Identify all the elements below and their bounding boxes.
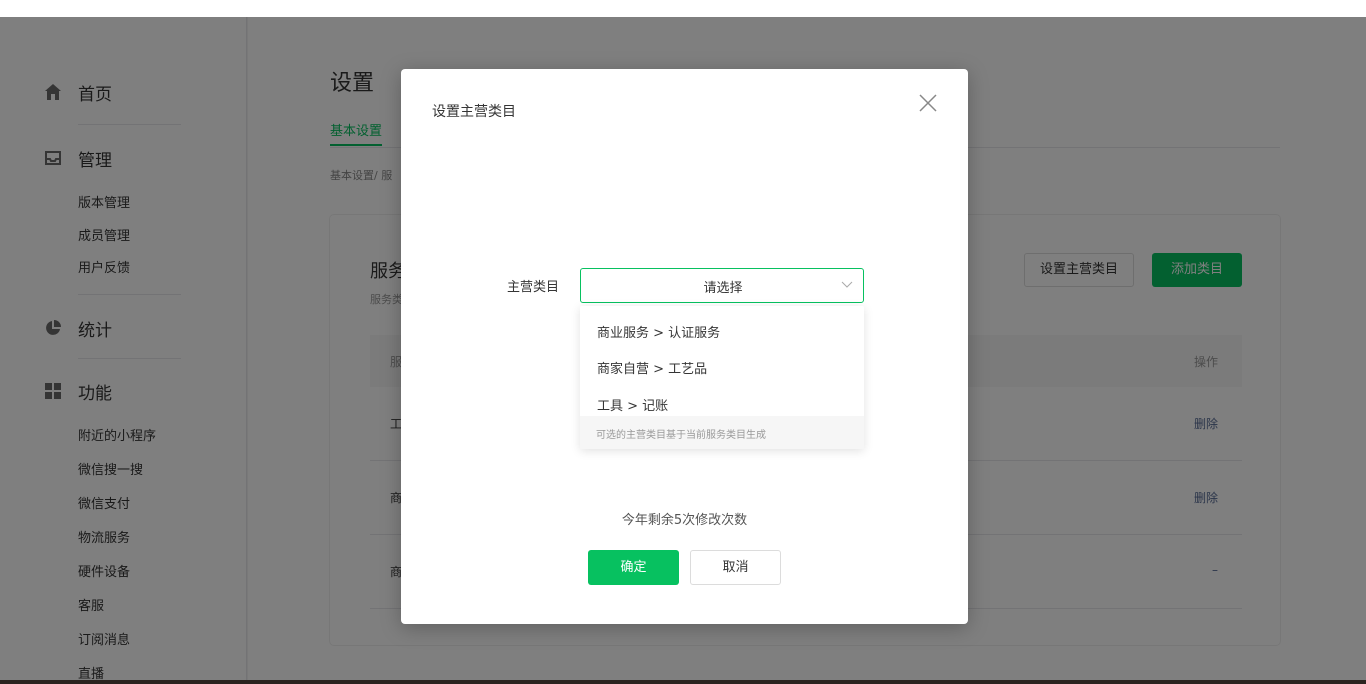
category-dropdown: 商业服务 > 认证服务 商家自营 > 工艺品 工具 > 记账 可选的主营类目基于… xyxy=(580,306,864,449)
main-category-select[interactable]: 请选择 xyxy=(580,268,864,303)
dropdown-option[interactable]: 工具 > 记账 xyxy=(597,395,668,414)
confirm-button[interactable]: 确定 xyxy=(588,550,679,585)
dialog-title: 设置主营类目 xyxy=(432,104,516,120)
select-placeholder: 请选择 xyxy=(703,281,743,296)
main-category-label: 主营类目 xyxy=(507,280,560,295)
remaining-edits-text: 今年剩余5次修改次数 xyxy=(621,513,748,528)
dropdown-hint: 可选的主营类目基于当前服务类目生成 xyxy=(580,416,864,449)
top-bar xyxy=(0,0,1366,17)
chevron-down-icon xyxy=(841,281,853,288)
cancel-button[interactable]: 取消 xyxy=(690,550,781,585)
dropdown-hint-text: 可选的主营类目基于当前服务类目生成 xyxy=(596,430,766,441)
close-icon[interactable] xyxy=(916,91,940,115)
bottom-strip xyxy=(0,680,1366,684)
set-main-category-dialog: 设置主营类目 主营类目 请选择 商业服务 > 认证服务 商家自营 > 工艺品 工… xyxy=(401,69,968,624)
dropdown-option[interactable]: 商业服务 > 认证服务 xyxy=(597,322,720,341)
dropdown-option[interactable]: 商家自营 > 工艺品 xyxy=(597,358,707,377)
